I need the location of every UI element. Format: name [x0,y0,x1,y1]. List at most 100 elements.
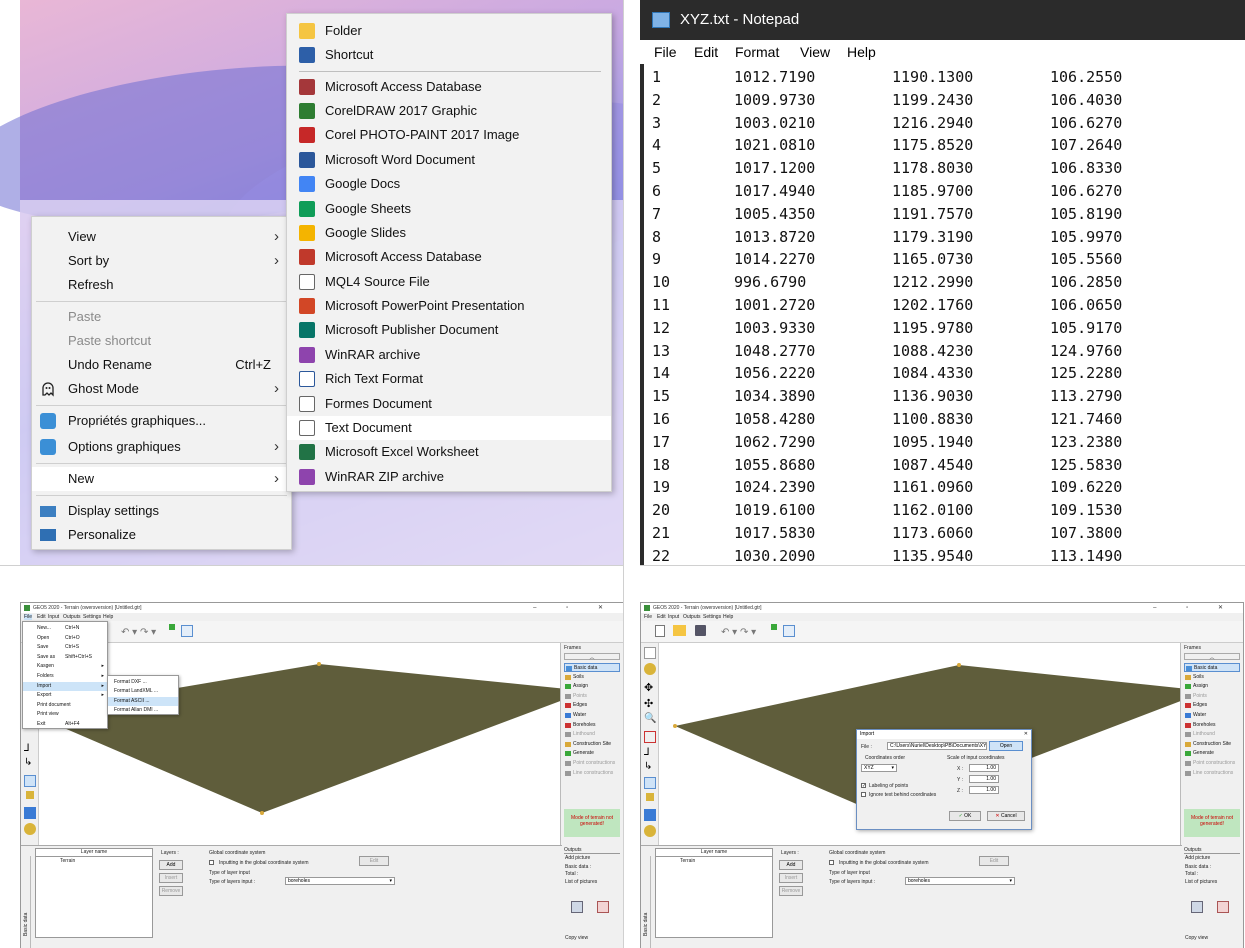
copy-view-button[interactable]: Copy view [565,935,588,941]
menu-view[interactable]: View [800,44,830,60]
layer-row-terrain[interactable]: Terrain [680,858,695,864]
global-cs-checkbox[interactable] [209,860,214,865]
new-item-access-2[interactable]: Microsoft Access Database [287,245,611,269]
window-controls[interactable]: – ▫ ✕ [1153,603,1237,613]
print-pdf-icon[interactable] [597,901,609,913]
ok-button[interactable]: ✓ OK [949,811,981,821]
notepad-text-area[interactable]: 1 1012.7190 1190.1300 106.2550 2 1009.9730 119… [640,64,1245,565]
zoom-extents-icon[interactable] [644,731,656,743]
file-menu-item[interactable]: Folders ▸ [23,672,107,681]
stage-box[interactable] [783,625,795,637]
import-format-item[interactable]: Format LandXML ... [108,687,178,696]
new-item-winrar-zip[interactable]: WinRAR ZIP archive [287,465,611,489]
frame-item[interactable]: Points [1184,692,1240,701]
insert-button[interactable]: Insert [779,873,803,883]
scale-y-input[interactable]: 1.00 [969,775,999,783]
move-icon[interactable]: ✥ [644,681,656,694]
frame-item[interactable]: Construction Site [564,740,620,749]
stage-icon[interactable] [771,624,777,630]
frame-item[interactable]: Point constructions [1184,759,1240,768]
frame-item[interactable]: Point constructions [564,759,620,768]
coord-order-select[interactable]: XYZ ▾ [861,764,897,772]
file-menu-item[interactable]: Save as Shift+Ctrl+S [23,653,107,662]
print-icon[interactable] [1191,901,1203,913]
file-menu-item[interactable]: Open Ctrl+O [23,634,107,643]
frame-item[interactable]: Basic data [564,663,620,672]
view-icon[interactable] [644,663,656,675]
rotate-icon[interactable]: ✣ [644,697,656,710]
scale-x-input[interactable]: 1.00 [969,764,999,772]
collapse-button[interactable]: ︿ [1184,653,1240,661]
add-button[interactable]: Add [779,860,803,870]
axis-2-icon[interactable]: ↳ [24,757,36,769]
ctx-item-personalize[interactable]: Personalize [32,523,291,547]
undo-icon[interactable]: ↶ ▾ ↷ ▾ [121,627,156,638]
open-button[interactable]: Open [989,741,1023,751]
type-layer-select[interactable]: boreholes ▾ [285,877,395,885]
new-item-mql4[interactable]: MQL4 Source File [287,270,611,294]
new-item-excel[interactable]: Microsoft Excel Worksheet [287,440,611,464]
frame-item[interactable]: Soils [1184,673,1240,682]
file-path-input[interactable]: C:\Users\Nuriel\Desktop\PB\Documents\XYZ… [887,742,987,750]
type-layer-select[interactable]: boreholes ▾ [905,877,1015,885]
import-format-item[interactable]: Format Allan DMI ... [108,706,178,715]
file-menu-item[interactable]: Save Ctrl+S [23,643,107,652]
axis-2-icon[interactable]: ↳ [644,761,656,773]
menu-edit[interactable]: Edit [37,614,46,620]
file-menu-item[interactable]: Exit Alt+F4 [23,720,107,729]
edit-button[interactable]: Edit [979,856,1009,866]
new-item-folder[interactable]: Folder [287,19,611,43]
add-picture-button[interactable]: Add picture [565,855,590,861]
window-controls[interactable]: – ▫ ✕ [533,603,617,613]
new-file-icon[interactable] [655,625,665,637]
menu-edit[interactable]: Edit [694,44,718,60]
add-button[interactable]: Add [159,860,183,870]
file-menu-item[interactable]: Print view [23,710,107,719]
frame-item[interactable]: Assign [564,682,620,691]
add-picture-button[interactable]: Add picture [1185,855,1210,861]
frame-item[interactable]: Edges [564,701,620,710]
new-item-google-slides[interactable]: Google Slides [287,221,611,245]
menu-format[interactable]: Format [735,44,779,60]
stage-icon[interactable] [169,624,175,630]
menu-input[interactable]: Input [668,614,679,620]
ctx-item-options-graphiques[interactable]: Options graphiques › [32,435,291,459]
new-item-word[interactable]: Microsoft Word Document [287,148,611,172]
menu-help[interactable]: Help [847,44,876,60]
frame-item[interactable]: Generate [1184,749,1240,758]
frame-item[interactable]: Water [564,711,620,720]
cancel-button[interactable]: ✕ Cancel [987,811,1025,821]
terrain-view-icon[interactable] [644,777,656,789]
table-icon[interactable] [24,807,36,819]
frame-item[interactable]: Linthound [1184,730,1240,739]
new-item-publisher[interactable]: Microsoft Publisher Document [287,318,611,342]
list-of-pictures-button[interactable]: List of pictures [1185,879,1217,885]
edit-button[interactable]: Edit [359,856,389,866]
print-icon[interactable] [571,901,583,913]
ctx-item-sort-by[interactable]: Sort by › [32,249,291,273]
global-cs-checkbox[interactable] [829,860,834,865]
ignore-checkbox[interactable] [861,792,866,797]
frame-item[interactable]: Line constructions [1184,769,1240,778]
ctx-item-view[interactable]: View › [32,225,291,249]
file-menu-item[interactable]: Kasgen ▸ [23,662,107,671]
frame-item[interactable]: Water [1184,711,1240,720]
new-item-photopaint[interactable]: Corel PHOTO-PAINT 2017 Image [287,123,611,147]
frame-item[interactable]: Boreholes [564,721,620,730]
file-menu-item[interactable]: Print document [23,701,107,710]
remove-button[interactable]: Remove [159,886,183,896]
close-icon[interactable]: ✕ [1024,731,1028,737]
ctx-item-new[interactable]: New › [32,467,291,491]
side-tab[interactable]: Basic data [23,856,31,948]
settings-gear-icon[interactable] [24,823,36,835]
ctx-item-ghost-mode[interactable]: Ghost Mode › [32,377,291,401]
menu-settings[interactable]: Settings [703,614,721,620]
ctx-item-refresh[interactable]: Refresh [32,273,291,297]
stage-box[interactable] [181,625,193,637]
ctx-item-paste[interactable]: Paste [32,305,291,329]
zoom-box-icon[interactable] [644,647,656,659]
labeling-checkbox[interactable]: ✓ [861,783,866,789]
menu-outputs[interactable]: Outputs [683,614,701,620]
file-menu-item[interactable]: Import ▸ [23,681,107,691]
zoom-icon[interactable]: 🔍 [644,713,656,725]
